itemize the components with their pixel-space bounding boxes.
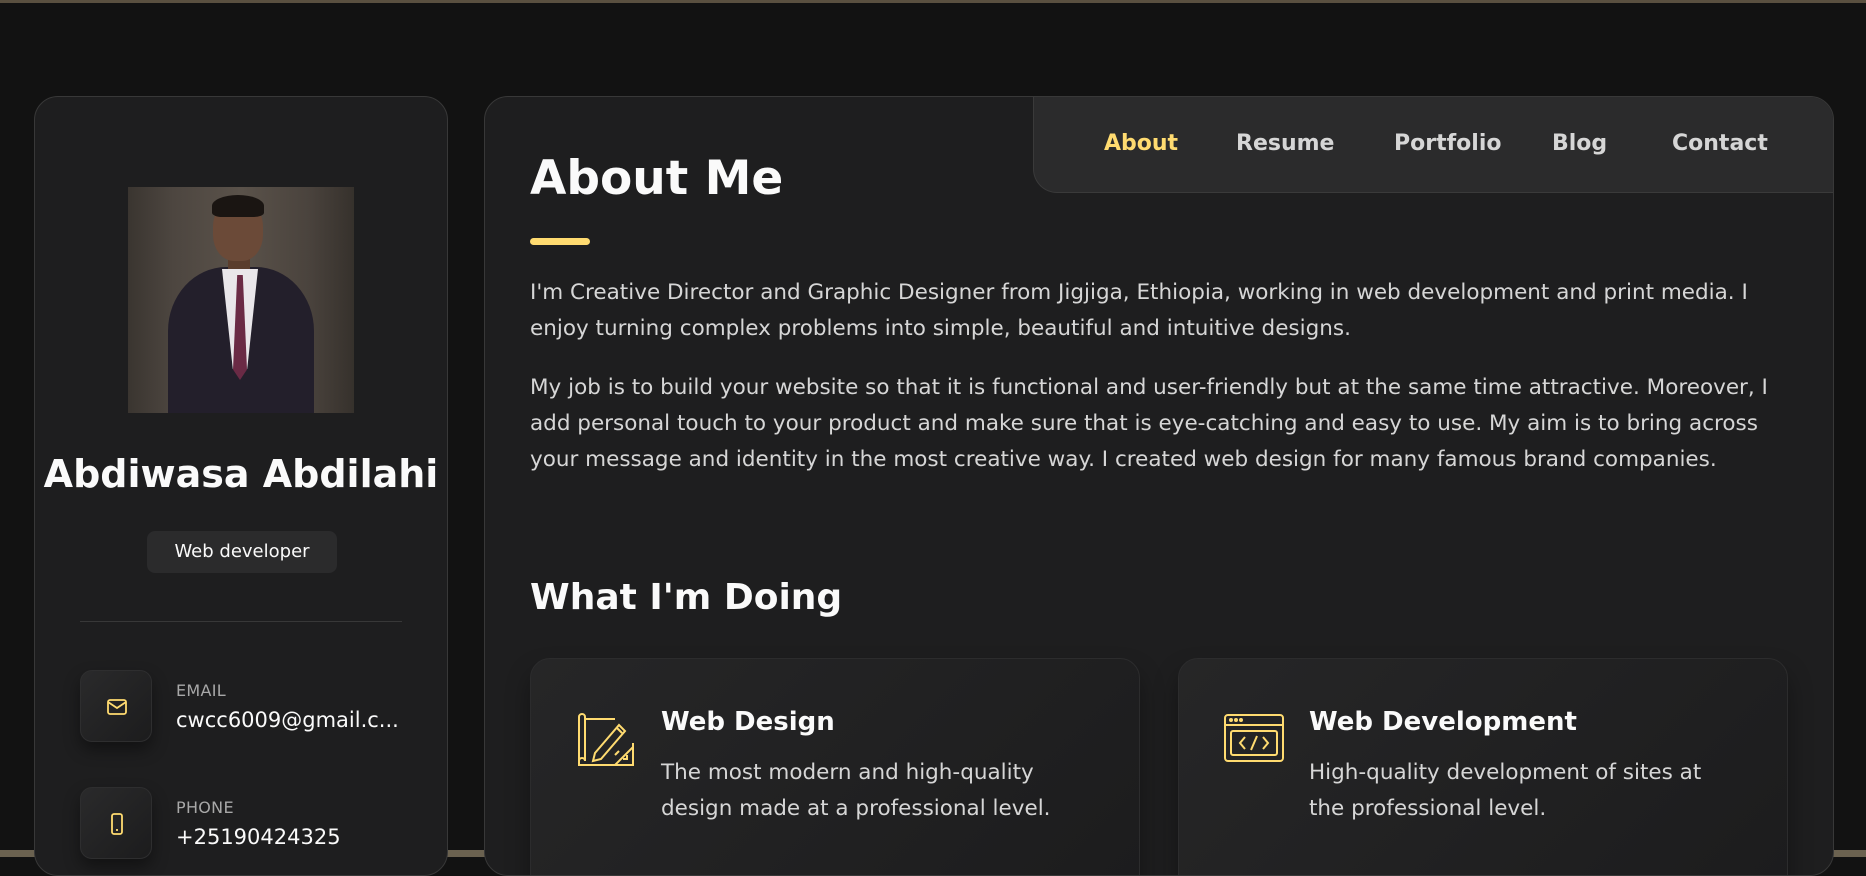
service-card-web-design: Web Design The most modern and high-qual… <box>530 658 1140 875</box>
main-panel: About Resume Portfolio Blog Contact Abou… <box>484 96 1834 876</box>
about-paragraph-2: My job is to build your website so that … <box>530 375 1768 472</box>
design-icon <box>578 713 634 766</box>
phone-link[interactable]: +25190424325 <box>176 825 416 849</box>
service-title-web-development: Web Development <box>1309 707 1577 737</box>
title-underline <box>530 238 590 245</box>
nav-about[interactable]: About <box>1104 131 1178 156</box>
sidebar: Abdiwasa Abdilahi Web developer EMAIL cw… <box>34 96 448 876</box>
mail-icon <box>107 699 127 715</box>
nav-blog[interactable]: Blog <box>1552 131 1607 156</box>
app-frame: Abdiwasa Abdilahi Web developer EMAIL cw… <box>0 0 1866 876</box>
phone-icon <box>111 813 123 835</box>
page-title: About Me <box>530 151 784 206</box>
about-paragraph-1: I'm Creative Director and Graphic Design… <box>530 280 1748 341</box>
nav-portfolio[interactable]: Portfolio <box>1394 131 1502 156</box>
phone-icon-box <box>80 787 152 859</box>
service-title-web-design: Web Design <box>661 707 835 737</box>
service-desc-web-development: High-quality development of sites at the… <box>1309 760 1702 821</box>
nav-contact[interactable]: Contact <box>1672 131 1768 156</box>
phone-label: PHONE <box>176 798 234 817</box>
nav-resume[interactable]: Resume <box>1236 131 1334 156</box>
code-icon <box>1224 714 1284 762</box>
email-icon-box <box>80 670 152 742</box>
service-desc-web-design: The most modern and high-quality design … <box>661 760 1051 821</box>
avatar <box>128 187 354 413</box>
navbar: About Resume Portfolio Blog Contact <box>1033 97 1833 193</box>
email-link[interactable]: cwcc6009@gmail.c... <box>176 708 416 732</box>
services-title: What I'm Doing <box>530 577 843 618</box>
profile-title-badge: Web developer <box>147 531 337 573</box>
email-label: EMAIL <box>176 681 226 700</box>
service-card-web-development: Web Development High-quality development… <box>1178 658 1788 875</box>
profile-name: Abdiwasa Abdilahi <box>43 452 439 496</box>
separator <box>80 621 402 622</box>
